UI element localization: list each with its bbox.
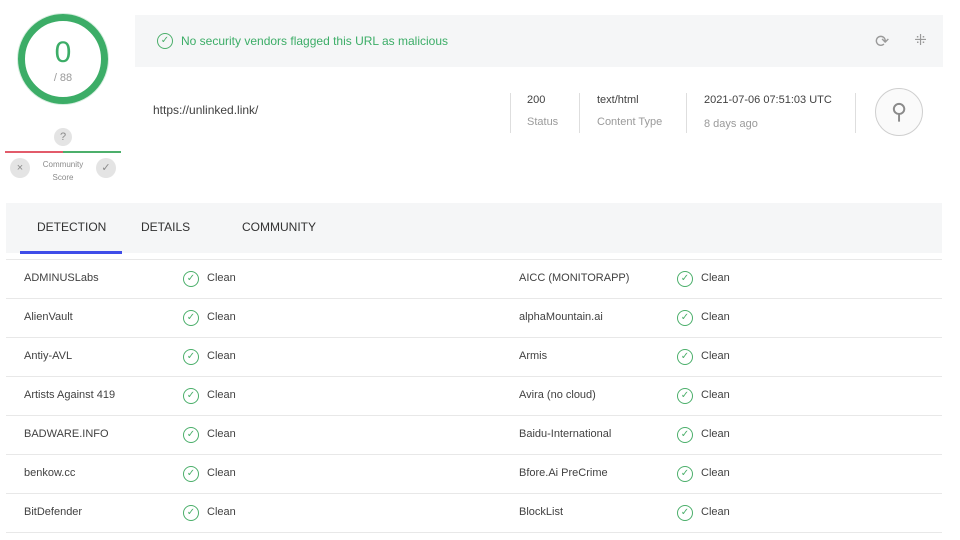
check-circle-icon: ✓ (157, 33, 173, 49)
divider (579, 93, 580, 133)
table-row: benkow.cc ✓ Clean Bfore.Ai PreCrime ✓ Cl… (6, 455, 942, 494)
engine-name: AICC (MONITORAPP) (519, 272, 630, 284)
table-row: BitDefender ✓ Clean BlockList ✓ Clean (6, 494, 942, 533)
engine-name: Antiy-AVL (24, 350, 73, 362)
engine-result: Clean (207, 311, 236, 323)
detection-score-ring: 0 / 88 (18, 14, 108, 104)
table-row: ADMINUSLabs ✓ Clean AICC (MONITORAPP) ✓ … (6, 260, 942, 299)
reanalyze-icon[interactable]: ⟳ (875, 32, 889, 52)
engine-name: benkow.cc (24, 467, 76, 479)
table-row: BADWARE.INFO ✓ Clean Baidu-International… (6, 416, 942, 455)
tab-detection[interactable]: DETECTION (37, 203, 106, 253)
analyzed-url: https://unlinked.link/ (153, 103, 259, 117)
check-circle-icon: ✓ (677, 427, 693, 443)
community-score-label-line1: Community (42, 160, 84, 169)
engine-result: Clean (701, 467, 730, 479)
community-score-label: Community Score (32, 158, 94, 184)
tab-bar: DETECTION DETAILS COMMUNITY (6, 203, 942, 254)
detection-count: 0 (54, 36, 72, 69)
engine-result: Clean (701, 272, 730, 284)
engine-result: Clean (701, 389, 730, 401)
detection-results-table: ADMINUSLabs ✓ Clean AICC (MONITORAPP) ✓ … (6, 259, 942, 533)
engine-name: Bfore.Ai PreCrime (519, 467, 608, 479)
engine-result: Clean (701, 428, 730, 440)
engine-name: Artists Against 419 (24, 389, 116, 401)
vote-harmless-button[interactable]: ✓ (96, 158, 116, 178)
tab-community[interactable]: COMMUNITY (242, 203, 316, 253)
active-tab-indicator (20, 251, 122, 254)
engine-name: AlienVault (24, 311, 73, 323)
tab-details[interactable]: DETAILS (141, 203, 190, 253)
check-circle-icon: ✓ (677, 271, 693, 287)
community-score-value: ? (54, 128, 72, 146)
community-score-label-line2: Score (52, 173, 74, 182)
check-circle-icon: ✓ (183, 427, 199, 443)
favicon-icon: ⚲ (875, 88, 923, 136)
content-type-label: Content Type (597, 116, 663, 128)
check-circle-icon: ✓ (677, 505, 693, 521)
check-circle-icon: ✓ (677, 310, 693, 326)
engine-result: Clean (701, 506, 730, 518)
divider (686, 93, 687, 133)
check-circle-icon: ✓ (677, 466, 693, 482)
url-summary: https://unlinked.link/ 200 Status text/h… (135, 67, 943, 167)
graph-view-icon[interactable]: ⁜ (910, 30, 931, 51)
engine-result: Clean (207, 467, 236, 479)
engine-result: Clean (207, 350, 236, 362)
engine-name: ADMINUSLabs (24, 272, 99, 284)
table-row: Artists Against 419 ✓ Clean Avira (no cl… (6, 377, 942, 416)
engine-name: BlockList (519, 506, 564, 518)
content-type-value: text/html (597, 94, 639, 106)
engine-result: Clean (207, 428, 236, 440)
check-circle-icon: ✓ (183, 388, 199, 404)
engine-result: Clean (207, 389, 236, 401)
engine-name: BitDefender (24, 506, 83, 518)
vote-harmful-button[interactable]: × (10, 158, 30, 178)
check-circle-icon: ✓ (183, 505, 199, 521)
verdict-banner: ✓ No security vendors flagged this URL a… (135, 15, 943, 67)
engine-name: alphaMountain.ai (519, 311, 603, 323)
verdict-message: No security vendors flagged this URL as … (181, 34, 449, 48)
divider (510, 93, 511, 133)
check-circle-icon: ✓ (183, 271, 199, 287)
community-bar-negative (5, 151, 63, 153)
http-status-label: Status (527, 116, 559, 128)
engine-result: Clean (701, 311, 730, 323)
check-circle-icon: ✓ (183, 349, 199, 365)
divider (855, 93, 856, 133)
engine-name: Baidu-International (519, 428, 612, 440)
check-circle-icon: ✓ (677, 388, 693, 404)
engine-name: Avira (no cloud) (519, 389, 596, 401)
engine-result: Clean (207, 506, 236, 518)
check-circle-icon: ✓ (183, 310, 199, 326)
table-row: Antiy-AVL ✓ Clean Armis ✓ Clean (6, 338, 942, 377)
table-row: AlienVault ✓ Clean alphaMountain.ai ✓ Cl… (6, 299, 942, 338)
check-circle-icon: ✓ (677, 349, 693, 365)
http-status-value: 200 (527, 94, 546, 106)
engine-result: Clean (207, 272, 236, 284)
engine-name: BADWARE.INFO (24, 428, 109, 440)
engine-name: Armis (519, 350, 548, 362)
check-circle-icon: ✓ (183, 466, 199, 482)
analysis-age: 8 days ago (704, 118, 758, 130)
engine-total: / 88 (53, 72, 73, 84)
analysis-date: 2021-07-06 07:51:03 UTC (704, 94, 832, 106)
community-bar-positive (63, 151, 121, 153)
engine-result: Clean (701, 350, 730, 362)
